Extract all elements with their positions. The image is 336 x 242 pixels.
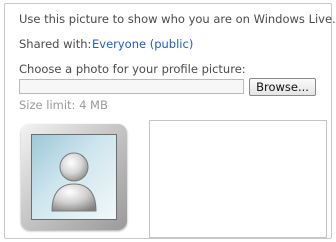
choose-photo-label: Choose a photo for your profile picture: [19, 62, 246, 76]
default-user-avatar-icon [51, 152, 97, 212]
shared-with-label: Shared with: [19, 37, 92, 51]
picture-preview-area [149, 120, 327, 238]
size-limit-text: Size limit: 4 MB [19, 98, 108, 112]
shared-with-link[interactable]: Everyone (public) [92, 37, 193, 51]
profile-picture-frame [21, 124, 127, 230]
browse-button[interactable]: Browse... [249, 78, 316, 96]
intro-text: Use this picture to show who you are on … [19, 12, 336, 26]
profile-picture [31, 134, 117, 220]
file-path-input[interactable] [19, 79, 244, 94]
